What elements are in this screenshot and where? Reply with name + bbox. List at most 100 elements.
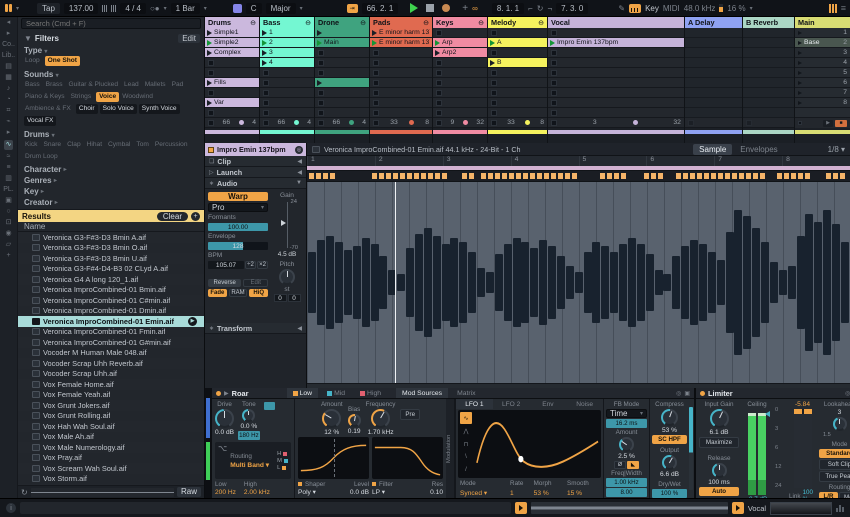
sample-list-item[interactable]: Veronica G4 A long 120_1.aif ▶ xyxy=(18,274,204,285)
add-folder-icon[interactable]: + xyxy=(6,252,10,260)
track-status-row[interactable]: 9 32 xyxy=(433,118,487,128)
clip-slot[interactable] xyxy=(548,58,684,68)
pre-post-toggle[interactable]: Pre xyxy=(400,409,421,420)
launch-section-header[interactable]: ▷ Launch ◀ xyxy=(205,167,306,178)
midi-map-label[interactable]: MIDI xyxy=(663,4,680,13)
sc-hpf-toggle[interactable]: SC HPF xyxy=(652,435,687,444)
time-signature[interactable]: 4 / 4 xyxy=(120,2,146,14)
res-value[interactable]: 0.10 xyxy=(430,489,443,496)
clip-slot[interactable] xyxy=(488,88,547,98)
record-button[interactable] xyxy=(442,4,451,12)
warp-marker-group[interactable] xyxy=(461,173,476,179)
filter-group-sounds[interactable]: Sounds ▾ xyxy=(24,70,200,80)
clip-slot[interactable]: Arp2 xyxy=(433,48,487,58)
tone-knob[interactable] xyxy=(242,409,256,422)
clip-slot[interactable]: 2 xyxy=(260,38,314,48)
filter-chip[interactable]: Loop xyxy=(24,56,43,66)
hot-swap-icon[interactable]: ◎ xyxy=(845,390,850,397)
stop-button[interactable] xyxy=(426,4,435,12)
clip-slot[interactable]: Main xyxy=(315,38,369,48)
filter-chip[interactable]: Bass xyxy=(24,80,43,90)
hot-swap-icon[interactable]: ◎ xyxy=(295,145,303,154)
tuning-icon[interactable]: ≡ xyxy=(6,164,10,172)
clip-slot[interactable] xyxy=(433,78,487,88)
shaper-on-toggle[interactable] xyxy=(298,482,302,486)
tab-band-low[interactable]: Low xyxy=(286,388,319,398)
warp-mode-select[interactable]: Pro ▾ xyxy=(208,203,268,212)
segment-bpm-field[interactable]: 105.07 xyxy=(208,261,244,269)
track-header[interactable]: Vocal xyxy=(548,17,684,28)
stop-all-icon[interactable] xyxy=(798,121,802,125)
clip-slot[interactable] xyxy=(433,68,487,78)
lfo-mode-select[interactable]: Synced ▾ xyxy=(460,490,510,497)
clip-slot[interactable] xyxy=(548,78,684,88)
loop-length[interactable]: 7. 3. 0 xyxy=(556,2,589,14)
track-header[interactable]: Bass ⊖ xyxy=(260,17,314,28)
drive-knob[interactable] xyxy=(215,409,235,428)
sample-list-item[interactable]: Vox Male Ah.aif ▶ xyxy=(18,432,204,443)
fade-toggle[interactable]: Fade xyxy=(208,289,227,297)
fb-shape-button[interactable]: ◣ xyxy=(627,461,639,469)
lfo-display[interactable]: ∿ ⋀ ⊓ \ / xyxy=(458,410,601,478)
scene-play-button[interactable]: ▶ xyxy=(823,119,833,127)
hiq-toggle[interactable]: HiQ xyxy=(249,289,269,297)
tone-freq-field[interactable]: 180 Hz xyxy=(238,431,260,440)
track-status-row[interactable]: 3 32 xyxy=(548,118,684,128)
sample-list-item[interactable]: Vox Pray.aif ▶ xyxy=(18,453,204,464)
clip-title-bar[interactable]: Impro Emin 137bpm ◎ xyxy=(205,143,306,156)
sample-list-item[interactable]: Veronica ImproCombined-01 Bmin.aif ▶ xyxy=(18,285,204,296)
nudge-up-icon[interactable] xyxy=(111,4,117,12)
clip-slot[interactable] xyxy=(433,58,487,68)
filter-display[interactable] xyxy=(372,437,443,479)
chevron-down-icon[interactable]: ▾ xyxy=(16,5,19,12)
clip-slot[interactable]: A xyxy=(488,38,547,48)
clip-slot[interactable]: Complex xyxy=(205,48,259,58)
clip-slot[interactable] xyxy=(315,108,369,118)
midi-keyboard-icon[interactable] xyxy=(629,3,642,13)
fb-mode-select[interactable]: Time ▾ xyxy=(606,409,647,418)
fold-icon[interactable]: ⊖ xyxy=(250,19,256,27)
envelope-slider[interactable]: 128 xyxy=(208,242,268,250)
sample-list-item[interactable]: Vox Grunt Jokers.aif ▶ xyxy=(18,400,204,411)
clip-color-swatch[interactable] xyxy=(208,146,214,153)
transform-section-header[interactable]: ∗ Transform ◀ xyxy=(205,323,306,334)
clip-slot[interactable] xyxy=(548,108,684,118)
filter-group-drums[interactable]: Drums ▾ xyxy=(24,130,200,140)
clip-slot[interactable] xyxy=(205,68,259,78)
bpm-double-button[interactable]: ×2 xyxy=(257,261,268,269)
rate-value[interactable]: 1 xyxy=(510,490,534,497)
track-preview-button[interactable] xyxy=(731,502,744,514)
cloud-icon[interactable]: ○ xyxy=(6,208,10,216)
fold-left-icon[interactable]: ◀ xyxy=(297,325,302,332)
back-icon[interactable]: ◂ xyxy=(7,19,11,27)
warp-marker-group[interactable] xyxy=(676,173,768,179)
scene-slot[interactable]: 8 xyxy=(795,98,850,108)
edit-filters-button[interactable]: Edit xyxy=(178,33,200,43)
scene-slot[interactable]: Base 2 xyxy=(795,38,850,48)
sample-list-item[interactable]: Vox Grunt Rolling.aif ▶ xyxy=(18,411,204,422)
tab-band-high[interactable]: High xyxy=(354,388,387,398)
chevron-down-icon[interactable]: ▼ xyxy=(296,180,302,186)
warp-marker-group[interactable] xyxy=(600,173,629,179)
auto-release-toggle[interactable]: Auto xyxy=(699,487,739,496)
new-midi-icon[interactable]: + xyxy=(462,3,468,14)
clip-slot[interactable]: B xyxy=(488,58,547,68)
tab-env[interactable]: Env xyxy=(530,399,567,409)
smooth-value[interactable]: 15 % xyxy=(567,490,599,497)
fold-left-icon[interactable]: ◀ xyxy=(297,158,302,165)
play-button[interactable] xyxy=(410,3,419,13)
track-status-row[interactable]: 66 4 xyxy=(315,118,369,128)
clip-overview-strip[interactable] xyxy=(530,502,728,514)
filter-group-collapsed[interactable]: Creator ▸ xyxy=(24,197,200,208)
warp-marker-lane[interactable] xyxy=(307,171,850,182)
filter-chip[interactable]: Solo Voice xyxy=(99,104,137,114)
clip-slot[interactable]: E minor harm 137b xyxy=(370,28,432,38)
search-input[interactable] xyxy=(21,18,201,29)
lfo-shape-sine[interactable]: ∿ xyxy=(460,412,472,424)
clip-slot[interactable]: Impro Emin 137bpm xyxy=(548,38,684,48)
clip-slot[interactable] xyxy=(370,88,432,98)
waveform-display[interactable] xyxy=(307,182,850,383)
bpm-half-button[interactable]: ÷2 xyxy=(245,261,256,269)
sounds-icon[interactable]: ▤ xyxy=(5,63,12,71)
xover-low-value[interactable]: 200 Hz xyxy=(215,489,236,496)
